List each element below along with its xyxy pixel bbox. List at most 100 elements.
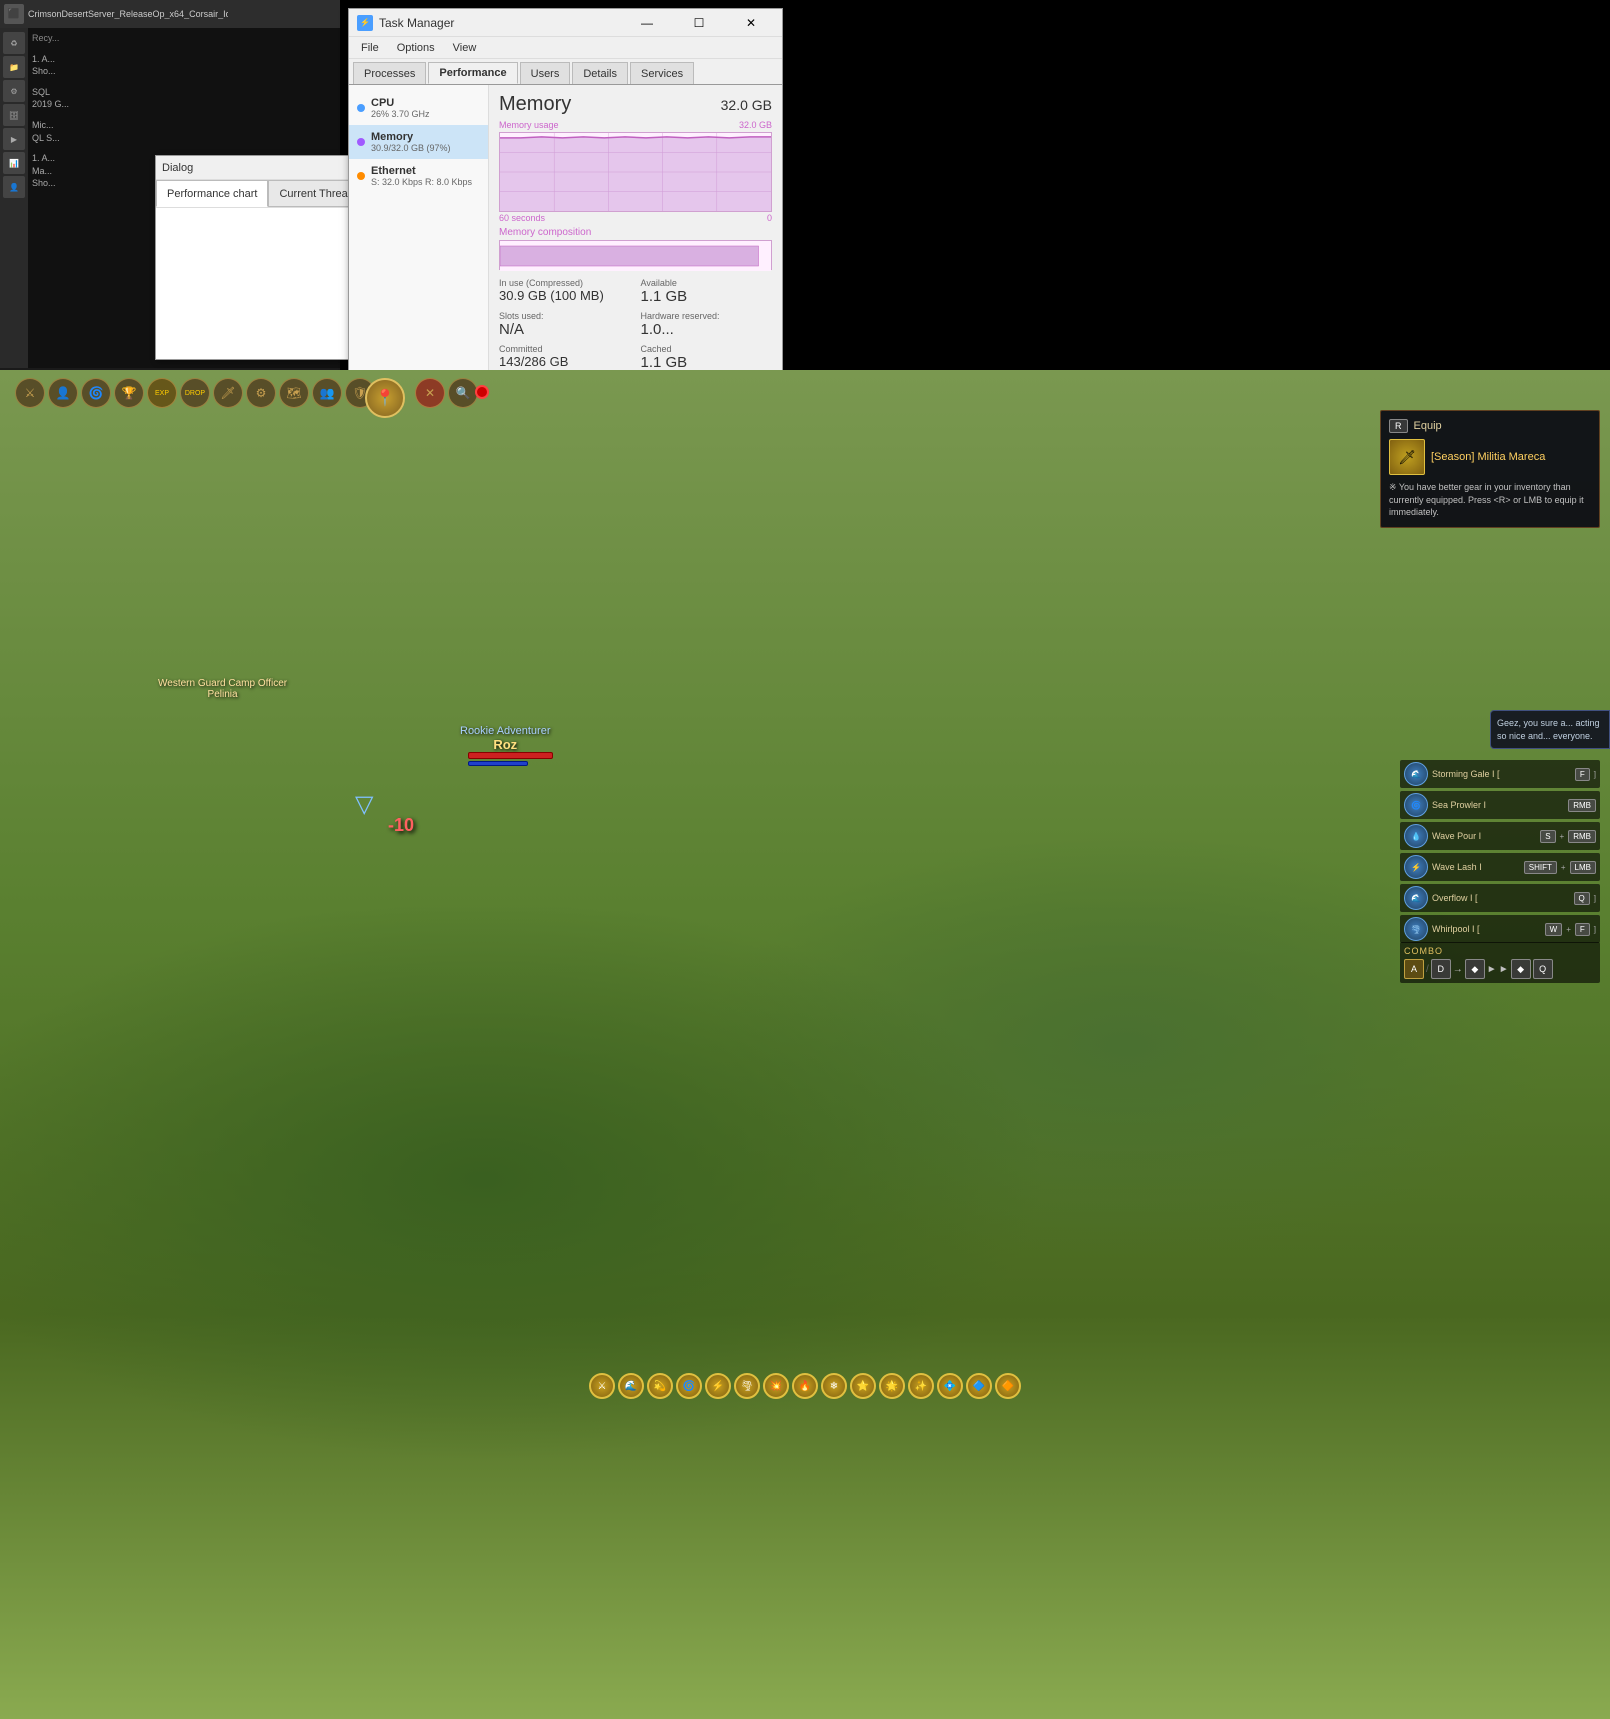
skills-panel: 🌊 Storming Gale I [ F ] 🌀 Sea Prowler I …	[1400, 760, 1600, 946]
bsb-11[interactable]: 🌟	[879, 1373, 905, 1399]
process-ethernet[interactable]: Ethernet S: 32.0 Kbps R: 8.0 Kbps	[349, 159, 488, 193]
tm-menu-options[interactable]: Options	[389, 40, 443, 56]
skill-name-6: Whirlpool I [	[1432, 924, 1541, 934]
memory-chart-svg	[500, 133, 771, 211]
action-search-icon[interactable]: 🔍	[448, 378, 478, 408]
sidebar-icon-3[interactable]: ⚙	[3, 80, 25, 102]
tab-processes[interactable]: Processes	[353, 62, 426, 84]
skill-icon-2: 🌀	[1404, 793, 1428, 817]
action-cancel-icon[interactable]: ✕	[415, 378, 445, 408]
skill-bracket-1: ]	[1594, 770, 1596, 779]
skill-name-5: Overflow I [	[1432, 893, 1570, 903]
action-icon-8[interactable]: 👥	[312, 378, 342, 408]
bsb-10[interactable]: ⭐	[850, 1373, 876, 1399]
chat-text: Geez, you sure a... acting so nice and..…	[1497, 718, 1600, 741]
skill-key-5: Q	[1574, 892, 1590, 905]
hardware-label: Hardware reserved:	[641, 311, 773, 321]
sidebar-icon-5[interactable]: ▶	[3, 128, 25, 150]
action-icon-4[interactable]: 🏆	[114, 378, 144, 408]
combo-key-q: Q	[1533, 959, 1553, 979]
tab-details[interactable]: Details	[572, 62, 628, 84]
bsb-5[interactable]: ⚡	[705, 1373, 731, 1399]
player-name: Roz	[460, 737, 551, 752]
in-use-value: 30.9 GB (100 MB)	[499, 288, 631, 303]
taskbar-app-icon: ⬛	[4, 4, 24, 24]
minimap-icon[interactable]: 📍	[365, 378, 405, 418]
sidebar-icon-2[interactable]: 📁	[3, 56, 25, 78]
skill-key-3a: S	[1540, 830, 1555, 843]
tm-close-btn[interactable]: ✕	[728, 9, 774, 37]
action-icon-drop[interactable]: DROP	[180, 378, 210, 408]
memory-chart-container: 60 seconds 0	[499, 132, 772, 223]
bsb-14[interactable]: 🔷	[966, 1373, 992, 1399]
bsb-4[interactable]: 🌀	[676, 1373, 702, 1399]
memory-comp-label: Memory composition	[499, 227, 772, 238]
skill-name-3: Wave Pour I	[1432, 831, 1536, 841]
skill-name-1: Storming Gale I [	[1432, 769, 1571, 779]
skill-icon-3: 💧	[1404, 824, 1428, 848]
combo-key-diamond1: ◆	[1465, 959, 1485, 979]
cached-label: Cached	[641, 344, 773, 354]
chart-time-labels: 60 seconds 0	[499, 213, 772, 223]
action-icon-1[interactable]: ⚔	[15, 378, 45, 408]
bsb-1[interactable]: ⚔	[589, 1373, 615, 1399]
tm-menu-file[interactable]: File	[353, 40, 387, 56]
sidebar-icon-7[interactable]: 👤	[3, 176, 25, 198]
slots-value: N/A	[499, 321, 631, 338]
tab-users[interactable]: Users	[520, 62, 571, 84]
skill-plus-3: +	[1560, 832, 1565, 841]
tm-minimize-btn[interactable]: —	[624, 9, 670, 37]
mana-bar	[468, 761, 528, 766]
combo-arrow-3: ►	[1499, 964, 1509, 975]
bsb-3[interactable]: 💫	[647, 1373, 673, 1399]
action-icon-7[interactable]: 🗺	[279, 378, 309, 408]
tm-tabs: Processes Performance Users Details Serv…	[349, 59, 782, 85]
sidebar-icon-6[interactable]: 📊	[3, 152, 25, 174]
bsb-2[interactable]: 🌊	[618, 1373, 644, 1399]
cpu-name: CPU	[371, 97, 430, 109]
memory-usage-chart	[499, 132, 772, 212]
bsb-8[interactable]: 🔥	[792, 1373, 818, 1399]
tm-memory-panel: Memory 32.0 GB Memory usage 32.0 GB	[489, 85, 782, 370]
performance-chart-btn[interactable]: Performance chart	[156, 180, 268, 207]
in-use-label: In use (Compressed)	[499, 278, 631, 288]
action-icon-3[interactable]: 🌀	[81, 378, 111, 408]
chart-time-right: 0	[767, 213, 772, 223]
process-cpu[interactable]: CPU 26% 3.70 GHz	[349, 91, 488, 125]
stat-in-use: In use (Compressed) 30.9 GB (100 MB)	[499, 278, 631, 305]
chat-bubble: Geez, you sure a... acting so nice and..…	[1490, 710, 1610, 749]
memory-info: Memory 30.9/32.0 GB (97%)	[371, 131, 451, 153]
equip-item-row: 🗡 [Season] Militia Mareca	[1389, 439, 1591, 475]
action-icon-2[interactable]: 👤	[48, 378, 78, 408]
action-icon-6[interactable]: ⚙	[246, 378, 276, 408]
hardware-value: 1.0...	[641, 321, 773, 338]
action-bar: ⚔ 👤 🌀 🏆 EXP DROP 🗡 ⚙ 🗺 👥 🛡	[15, 378, 375, 408]
sidebar-icon-4[interactable]: 🗄	[3, 104, 25, 126]
tm-menu-view[interactable]: View	[445, 40, 485, 56]
bsb-12[interactable]: ✨	[908, 1373, 934, 1399]
bsb-7[interactable]: 💥	[763, 1373, 789, 1399]
skill-key-1: F	[1575, 768, 1590, 781]
tab-services[interactable]: Services	[630, 62, 694, 84]
action-icon-exp[interactable]: EXP	[147, 378, 177, 408]
stat-cached: Cached 1.1 GB	[641, 344, 773, 370]
ethernet-info: Ethernet S: 32.0 Kbps R: 8.0 Kbps	[371, 165, 472, 187]
direction-indicator: ▽	[355, 790, 373, 819]
combo-slash: /	[1426, 964, 1429, 975]
stat-slots: Slots used: N/A	[499, 311, 631, 338]
process-memory[interactable]: Memory 30.9/32.0 GB (97%)	[349, 125, 488, 159]
equip-label: Equip	[1414, 420, 1442, 432]
bsb-15[interactable]: 🔶	[995, 1373, 1021, 1399]
tm-maximize-btn[interactable]: ☐	[676, 9, 722, 37]
npc-subname: Pelinia	[158, 689, 287, 700]
tm-window-title: Task Manager	[379, 16, 618, 30]
tab-performance[interactable]: Performance	[428, 62, 517, 84]
memory-header: Memory 32.0 GB	[499, 93, 772, 116]
bsb-13[interactable]: 💠	[937, 1373, 963, 1399]
memory-usage-label: Memory usage	[499, 120, 559, 130]
sidebar-icon-1[interactable]: ♻	[3, 32, 25, 54]
ethernet-indicator	[357, 172, 365, 180]
bsb-6[interactable]: 🌪	[734, 1373, 760, 1399]
action-icon-5[interactable]: 🗡	[213, 378, 243, 408]
bsb-9[interactable]: ❄	[821, 1373, 847, 1399]
